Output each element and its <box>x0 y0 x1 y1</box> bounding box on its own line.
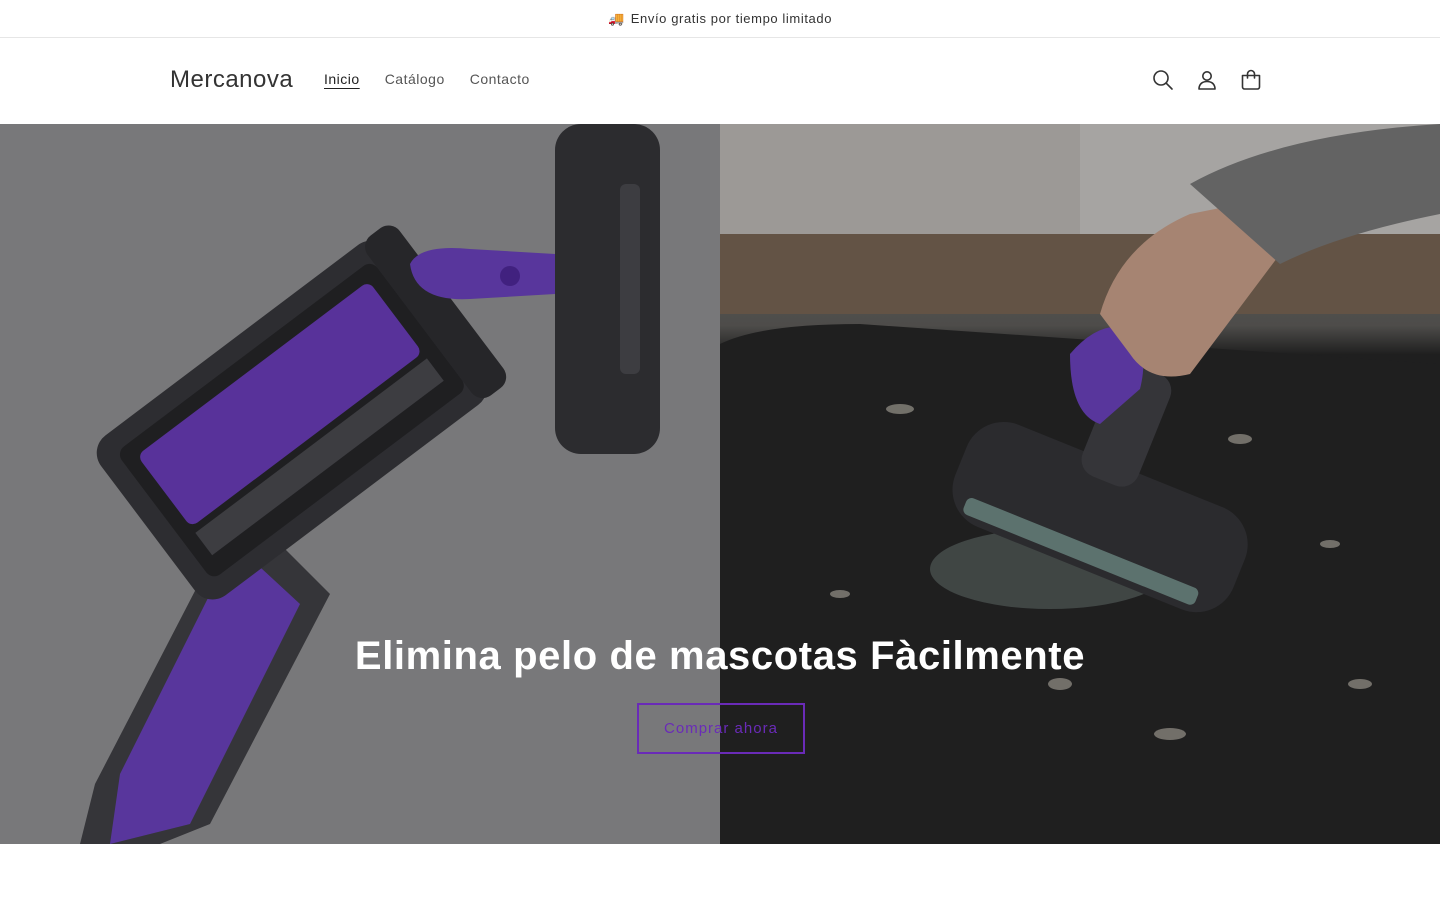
hero-image-in-use <box>720 124 1440 844</box>
shop-now-button[interactable]: Comprar ahora <box>637 703 805 754</box>
account-icon[interactable] <box>1194 67 1220 93</box>
main-nav: Inicio Catálogo Contacto <box>324 71 530 87</box>
nav-item-inicio[interactable]: Inicio <box>324 71 360 87</box>
hero-banner: Elimina pelo de mascotas Fàcilmente Comp… <box>0 124 1440 844</box>
nav-item-contacto[interactable]: Contacto <box>470 71 530 87</box>
header-icons <box>1150 67 1264 93</box>
nav-item-catalogo[interactable]: Catálogo <box>385 71 445 87</box>
search-icon[interactable] <box>1150 67 1176 93</box>
store-logo[interactable]: Mercanova <box>170 66 293 94</box>
hero-image-product <box>0 124 720 844</box>
announcement-bar: 🚚 Envío gratis por tiempo limitado <box>0 0 1440 38</box>
announcement-text: Envío gratis por tiempo limitado <box>630 11 833 26</box>
hero-title: Elimina pelo de mascotas Fàcilmente <box>354 634 1086 678</box>
cart-icon[interactable] <box>1238 67 1264 93</box>
truck-icon: 🚚 <box>607 10 625 26</box>
site-header: Mercanova Inicio Catálogo Contacto <box>0 39 1440 124</box>
